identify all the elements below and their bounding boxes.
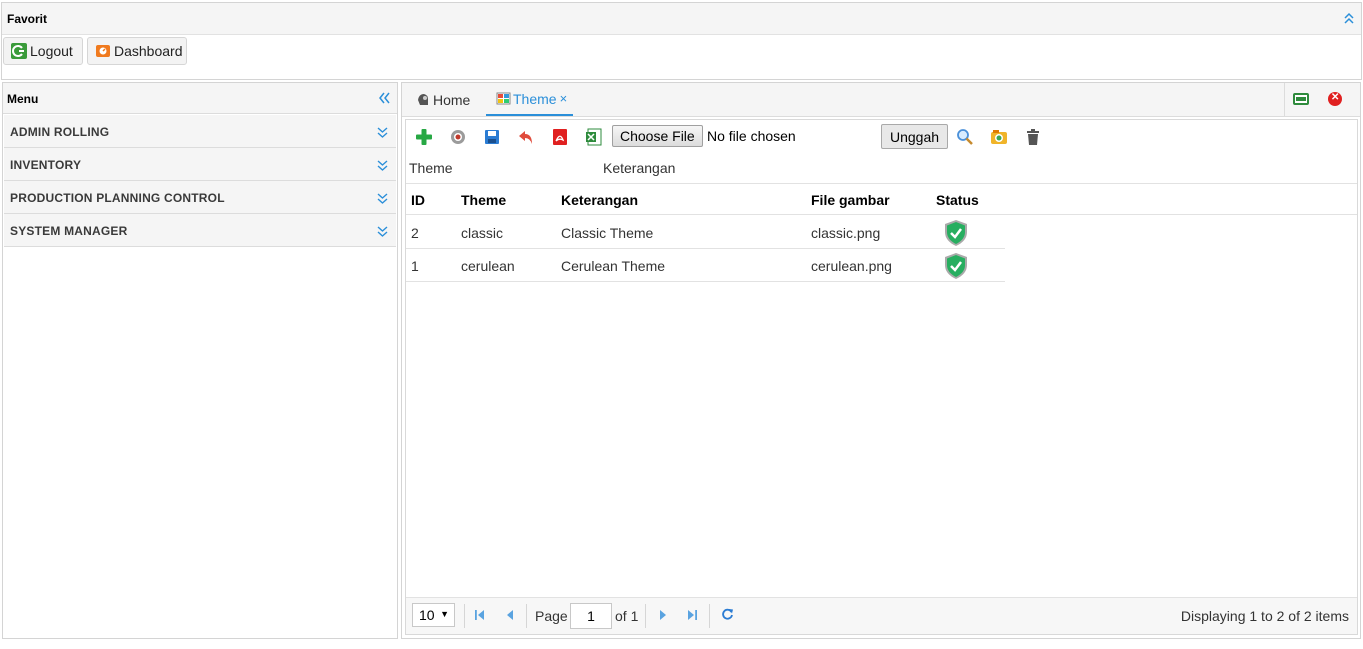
separator <box>645 604 646 628</box>
trash-icon[interactable] <box>1024 128 1042 146</box>
favorit-panel: Favorit Logout Dashboard <box>1 2 1362 80</box>
cell-keterangan: Cerulean Theme <box>561 258 666 274</box>
search-icon[interactable] <box>956 128 974 146</box>
excel-icon[interactable] <box>585 128 603 146</box>
undo-icon[interactable] <box>517 128 535 146</box>
main-panel: Home Theme × Choose File No file chosen … <box>401 82 1361 639</box>
choose-file-button[interactable]: Choose File <box>612 125 703 147</box>
expand-down-icon <box>377 127 388 138</box>
pagination-bar: 10 ▼ Page of 1 Displaying 1 to 2 of 2 it… <box>406 597 1357 634</box>
logout-label: Logout <box>30 43 73 59</box>
maximize-icon[interactable] <box>1293 93 1309 105</box>
logout-button[interactable]: Logout <box>3 37 83 65</box>
favorit-title: Favorit <box>7 12 48 26</box>
tab-theme-label: Theme <box>513 90 557 107</box>
column-header-file-gambar[interactable]: File gambar <box>811 192 890 208</box>
status-active-shield-icon <box>945 253 967 279</box>
cell-file: cerulean.png <box>811 258 892 274</box>
dashboard-button[interactable]: Dashboard <box>87 37 187 65</box>
table-row[interactable]: 2 classic Classic Theme classic.png <box>406 216 1005 249</box>
theme-icon <box>496 91 511 106</box>
page-number-input[interactable] <box>570 603 612 629</box>
first-page-icon[interactable] <box>474 609 486 621</box>
refresh-filter-icon[interactable] <box>990 128 1008 146</box>
tab-home[interactable]: Home <box>416 83 470 116</box>
file-status-text: No file chosen <box>707 128 796 144</box>
column-header-keterangan[interactable]: Keterangan <box>561 192 638 208</box>
dashboard-icon <box>95 43 111 59</box>
column-header-status[interactable]: Status <box>936 192 979 208</box>
menu-item-admin-rolling[interactable]: ADMIN ROLLING <box>4 115 396 148</box>
menu-item-label: SYSTEM MANAGER <box>10 224 128 238</box>
prev-page-icon[interactable] <box>504 609 516 621</box>
view-icon[interactable] <box>449 128 467 146</box>
page-count-label: of 1 <box>615 608 639 624</box>
menu-header: Menu <box>3 83 397 114</box>
filter-row: Theme Keterangan <box>406 152 1357 182</box>
filter-theme-label: Theme <box>409 160 453 176</box>
close-all-icon[interactable] <box>1328 92 1342 106</box>
cell-theme: cerulean <box>461 258 515 274</box>
separator <box>709 604 710 628</box>
column-header-id[interactable]: ID <box>411 192 425 208</box>
menu-item-production-planning-control[interactable]: PRODUCTION PLANNING CONTROL <box>4 181 396 214</box>
tab-bar: Home Theme × <box>402 83 1360 117</box>
cell-file: classic.png <box>811 225 881 241</box>
expand-down-icon <box>377 160 388 171</box>
cell-id: 1 <box>411 258 419 274</box>
display-info-text: Displaying 1 to 2 of 2 items <box>1180 608 1349 624</box>
column-header-theme[interactable]: Theme <box>461 192 506 208</box>
add-icon[interactable] <box>415 128 433 146</box>
filter-theme-input[interactable] <box>455 153 599 181</box>
menu-item-label: INVENTORY <box>10 158 82 172</box>
collapse-left-icon[interactable] <box>378 92 390 104</box>
expand-down-icon <box>377 193 388 204</box>
page-size-value: 10 <box>419 607 435 623</box>
upload-button[interactable]: Unggah <box>881 124 949 149</box>
pdf-icon[interactable] <box>551 128 569 146</box>
refresh-icon[interactable] <box>721 608 734 621</box>
home-icon <box>416 92 431 107</box>
dashboard-label: Dashboard <box>114 43 183 59</box>
separator <box>464 604 465 628</box>
cell-id: 2 <box>411 225 419 241</box>
cell-keterangan: Classic Theme <box>561 225 654 241</box>
separator <box>526 604 527 628</box>
expand-down-icon <box>377 226 388 237</box>
tab-close-icon[interactable]: × <box>560 91 568 106</box>
tab-tools <box>1284 83 1360 116</box>
status-active-shield-icon <box>945 220 967 246</box>
next-page-icon[interactable] <box>657 609 669 621</box>
page-label: Page <box>535 608 568 624</box>
menu-item-system-manager[interactable]: SYSTEM MANAGER <box>4 214 396 247</box>
tab-home-label: Home <box>433 91 471 108</box>
menu-item-label: ADMIN ROLLING <box>10 125 110 139</box>
grid-header: ID Theme Keterangan File gambar Status <box>406 183 1357 215</box>
menu-item-inventory[interactable]: INVENTORY <box>4 148 396 181</box>
cell-theme: classic <box>461 225 504 241</box>
filter-keterangan-label: Keterangan <box>603 160 676 176</box>
page-size-select[interactable]: 10 ▼ <box>412 603 455 627</box>
tab-theme[interactable]: Theme × <box>486 83 574 116</box>
menu-panel: Menu ADMIN ROLLING INVENTORY PRODUCTION … <box>2 82 398 639</box>
save-icon[interactable] <box>483 128 501 146</box>
dropdown-arrow-icon: ▼ <box>440 609 449 619</box>
last-page-icon[interactable] <box>686 609 698 621</box>
content-area: Choose File No file chosen Unggah Theme … <box>405 119 1358 635</box>
favorit-header: Favorit <box>2 3 1361 35</box>
table-row[interactable]: 1 cerulean Cerulean Theme cerulean.png <box>406 249 1005 282</box>
logout-icon <box>11 43 27 59</box>
collapse-up-icon[interactable] <box>1343 11 1355 25</box>
menu-title: Menu <box>7 92 39 106</box>
menu-item-label: PRODUCTION PLANNING CONTROL <box>10 191 225 205</box>
filter-keterangan-input[interactable] <box>678 153 825 181</box>
